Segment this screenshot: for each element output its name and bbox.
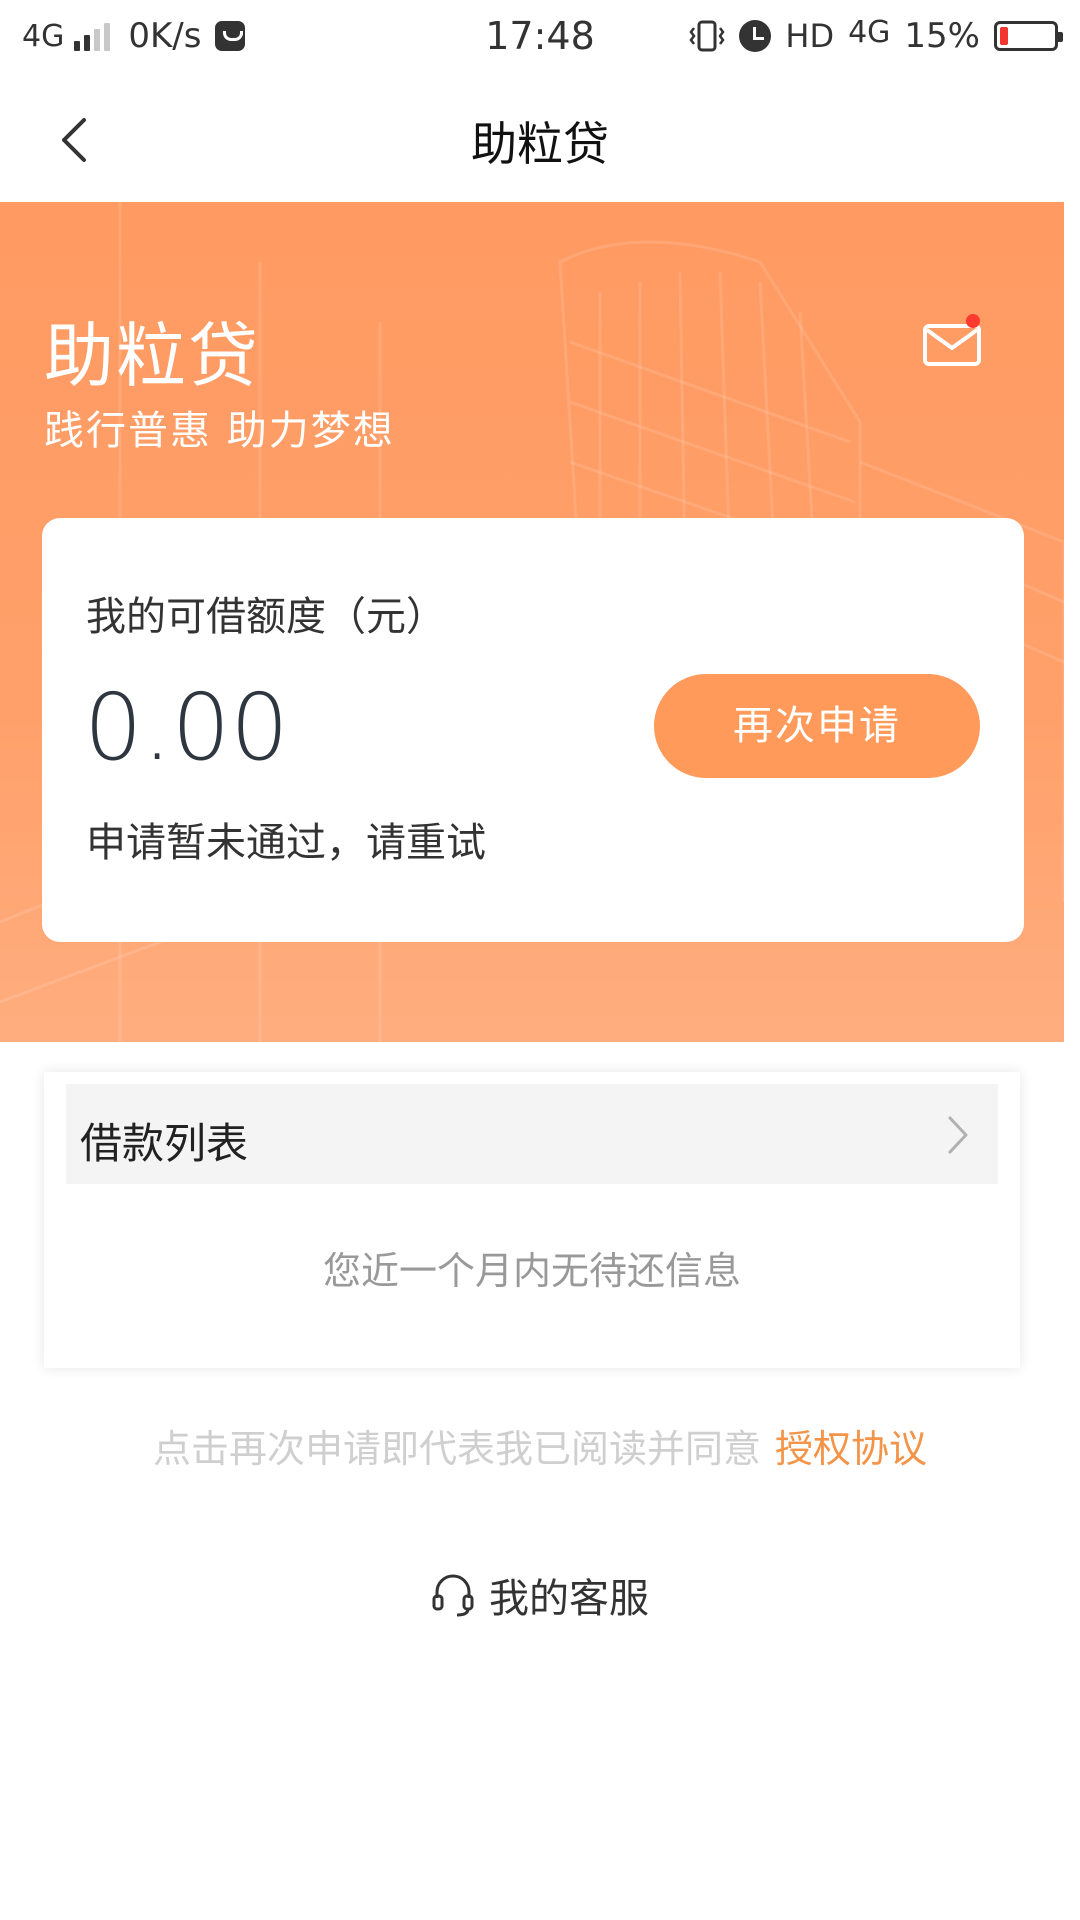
notification-dot: [966, 314, 980, 328]
nav-bar: 助粒贷: [0, 74, 1080, 202]
headset-icon: [432, 1574, 474, 1617]
credit-label: 我的可借额度（元）: [86, 594, 446, 640]
hd-indicator: HD: [785, 17, 835, 55]
brand-title: 助粒贷: [44, 315, 260, 397]
hero-banner: 助粒贷 践行普惠 助力梦想 我的可借额度（元） 0.00 再次申请 申请暂未通过…: [0, 202, 1064, 1042]
loan-list-header[interactable]: 借款列表: [66, 1084, 998, 1184]
alarm-icon: [739, 20, 772, 52]
agreement-text: 点击再次申请即代表我已阅读并同意: [152, 1427, 761, 1471]
vibrate-icon: [689, 20, 725, 52]
reapply-button[interactable]: 再次申请: [654, 674, 980, 778]
loan-empty-message: 您近一个月内无待还信息: [322, 1249, 741, 1293]
page-title: 助粒贷: [471, 117, 609, 171]
application-status: 申请暂未通过，请重试: [86, 820, 486, 866]
chevron-right-icon: [948, 1116, 968, 1154]
credit-card: 我的可借额度（元） 0.00 再次申请 申请暂未通过，请重试: [42, 518, 1024, 942]
brand-slogan: 践行普惠 助力梦想: [44, 408, 395, 454]
status-right: HD 4G 15%: [689, 14, 1063, 58]
credit-amount: 0.00: [84, 674, 289, 781]
battery-icon: [994, 21, 1063, 51]
loan-list-title: 借款列表: [80, 1119, 249, 1168]
battery-percent: 15%: [904, 16, 980, 56]
authorization-agreement-link[interactable]: 授权协议: [775, 1427, 927, 1471]
agreement-notice: 点击再次申请即代表我已阅读并同意 授权协议: [0, 1418, 1080, 1473]
customer-service-label: 我的客服: [489, 1576, 649, 1622]
status-bar: 4G 0K/s 17:48 HD 4G 15%: [0, 0, 1080, 74]
customer-service-button[interactable]: 我的客服: [0, 1566, 1080, 1624]
loan-list-card: 借款列表 您近一个月内无待还信息: [44, 1072, 1020, 1368]
network-type-2: 4G: [848, 14, 891, 50]
